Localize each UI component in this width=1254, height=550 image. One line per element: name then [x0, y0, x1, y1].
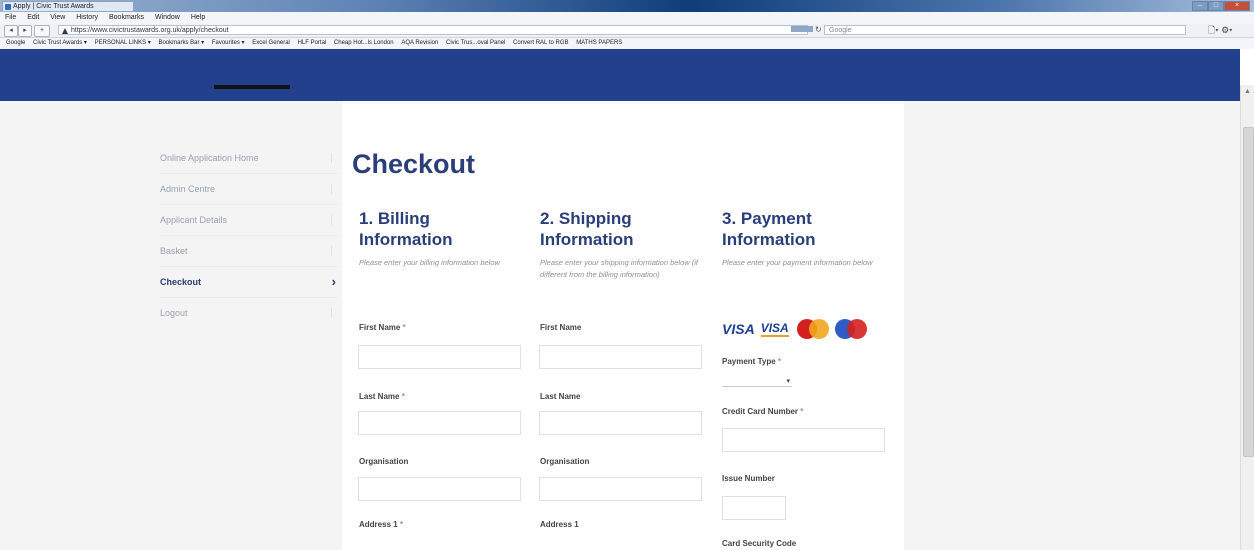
close-button[interactable]: × [1224, 1, 1250, 11]
security-code-label: Card Security Code [722, 539, 797, 548]
shipping-address1-label: Address 1 [540, 520, 579, 529]
sidebar-item-basket[interactable]: Basket [160, 236, 338, 267]
billing-heading: 1. Billing Information [359, 209, 453, 249]
chevron-down-icon: ▾ [786, 378, 790, 385]
menu-edit[interactable]: Edit [27, 14, 39, 21]
menu-view[interactable]: View [50, 14, 65, 21]
bookmark-item[interactable]: Cheap Hot...ls London [334, 40, 394, 46]
sidebar-item-admin-centre[interactable]: Admin Centre [160, 174, 338, 205]
accepted-cards: VISA VISA [722, 319, 873, 339]
window-titlebar: Apply | Civic Trust Awards – □ × [0, 0, 1254, 12]
shipping-last-name-input[interactable] [539, 411, 702, 435]
bookmark-item[interactable]: Excel General [252, 40, 290, 46]
site-header-bar [0, 85, 1240, 101]
menu-help[interactable]: Help [191, 14, 205, 21]
bookmark-item[interactable]: MATHS PAPERS [576, 40, 622, 46]
menu-file[interactable]: File [5, 14, 16, 21]
url-text: https://www.civictrustawards.org.uk/appl… [71, 27, 229, 34]
card-number-label: Credit Card Number * [722, 407, 804, 416]
menu-bookmarks[interactable]: Bookmarks [109, 14, 144, 21]
mastercard-icon [796, 319, 829, 339]
maestro-icon [834, 319, 867, 339]
issue-number-input[interactable] [722, 496, 786, 520]
sidebar-nav: Online Application Home Admin Centre App… [160, 143, 338, 328]
sidebar-item-checkout[interactable]: Checkout › [160, 267, 338, 298]
bookmark-item[interactable]: Favourites ▾ [212, 40, 245, 46]
billing-section: 1. Billing Information Please enter your… [359, 208, 525, 269]
sidebar-item-application-home[interactable]: Online Application Home [160, 143, 338, 174]
chevron-right-icon: › [331, 274, 336, 289]
bookmark-item[interactable]: Civic Trust Awards ▾ [33, 40, 87, 46]
billing-organisation-input[interactable] [358, 477, 521, 501]
window-controls: – □ × [1192, 1, 1250, 11]
shipping-first-name-label: First Name [540, 323, 582, 332]
minimize-button[interactable]: – [1192, 1, 1208, 11]
shipping-section: 2. Shipping Information Please enter you… [540, 208, 706, 281]
browser-tab[interactable]: Apply | Civic Trust Awards [2, 1, 134, 11]
new-tab-button[interactable]: + [34, 25, 50, 37]
visa-icon: VISA [722, 321, 755, 337]
reload-icon[interactable]: ↻ [815, 25, 822, 35]
payment-heading: 3. Payment Information [722, 209, 816, 249]
billing-last-name-input[interactable] [358, 411, 521, 435]
bookmark-item[interactable]: Google [6, 40, 25, 46]
scroll-up-icon[interactable]: ▲ [1244, 88, 1251, 95]
billing-first-name-input[interactable] [358, 345, 521, 369]
payment-description: Please enter your payment information be… [722, 258, 873, 267]
bookmark-item[interactable]: Civic Trus...oval Panel [446, 40, 505, 46]
shipping-description: Please enter your shipping information b… [540, 258, 699, 279]
issue-number-label: Issue Number [722, 474, 775, 483]
billing-description: Please enter your billing information be… [359, 258, 500, 267]
navigation-toolbar: ◂ ▸ + https://www.civictrustawards.org.u… [0, 24, 1254, 38]
maximize-button[interactable]: □ [1208, 1, 1224, 11]
menu-window[interactable]: Window [155, 14, 180, 21]
shipping-first-name-input[interactable] [539, 345, 702, 369]
shipping-organisation-label: Organisation [540, 457, 590, 466]
visa-debit-icon: VISA [760, 321, 789, 337]
sidebar-item-applicant-details[interactable]: Applicant Details [160, 205, 338, 236]
shipping-last-name-label: Last Name [540, 392, 581, 401]
shipping-organisation-input[interactable] [539, 477, 702, 501]
billing-organisation-label: Organisation [359, 457, 409, 466]
search-placeholder: Google [829, 27, 852, 34]
bookmark-item[interactable]: Convert RAL to RGB [513, 40, 568, 46]
site-header [0, 49, 1240, 85]
billing-last-name-label: Last Name * [359, 392, 405, 401]
scroll-thumb[interactable] [1243, 127, 1254, 457]
menu-history[interactable]: History [76, 14, 98, 21]
favicon-icon [5, 4, 11, 10]
bookmarks-bar: Google Civic Trust Awards ▾ PERSONAL LIN… [0, 38, 1254, 49]
bookmark-star-icon[interactable] [791, 26, 813, 32]
bookmark-item[interactable]: AQA Revision [401, 40, 438, 46]
sidebar-item-logout[interactable]: Logout [160, 298, 338, 328]
search-input[interactable]: Google [824, 25, 1186, 35]
payment-type-select[interactable]: ▾ [722, 376, 792, 387]
payment-section: 3. Payment Information Please enter your… [722, 208, 888, 269]
page-body: Online Application Home Admin Centre App… [0, 101, 1240, 550]
forward-button[interactable]: ▸ [18, 25, 32, 37]
toolbar-menu-icons[interactable]: 🗋▾ ⚙▾ [1208, 24, 1232, 36]
checkout-panel: Checkout 1. Billing Information Please e… [342, 101, 904, 550]
bookmark-item[interactable]: PERSONAL LINKS ▾ [95, 40, 151, 46]
billing-first-name-label: First Name * [359, 323, 406, 332]
bookmark-item[interactable]: HLF Portal [298, 40, 327, 46]
menu-bar: File Edit View History Bookmarks Window … [0, 12, 1254, 24]
card-number-input[interactable] [722, 428, 885, 452]
back-button[interactable]: ◂ [4, 25, 18, 37]
page-scrollbar[interactable]: ▲ [1240, 85, 1254, 550]
shipping-heading: 2. Shipping Information [540, 209, 634, 249]
lock-icon [62, 28, 68, 34]
tab-title: Apply | Civic Trust Awards [13, 3, 94, 10]
bookmark-item[interactable]: Bookmarks Bar ▾ [158, 40, 204, 46]
address-bar[interactable]: https://www.civictrustawards.org.uk/appl… [58, 25, 808, 35]
page-title: Checkout [352, 149, 476, 179]
header-nav-tab[interactable] [214, 85, 290, 89]
billing-address1-label: Address 1 * [359, 520, 404, 529]
payment-type-label: Payment Type * [722, 357, 782, 366]
